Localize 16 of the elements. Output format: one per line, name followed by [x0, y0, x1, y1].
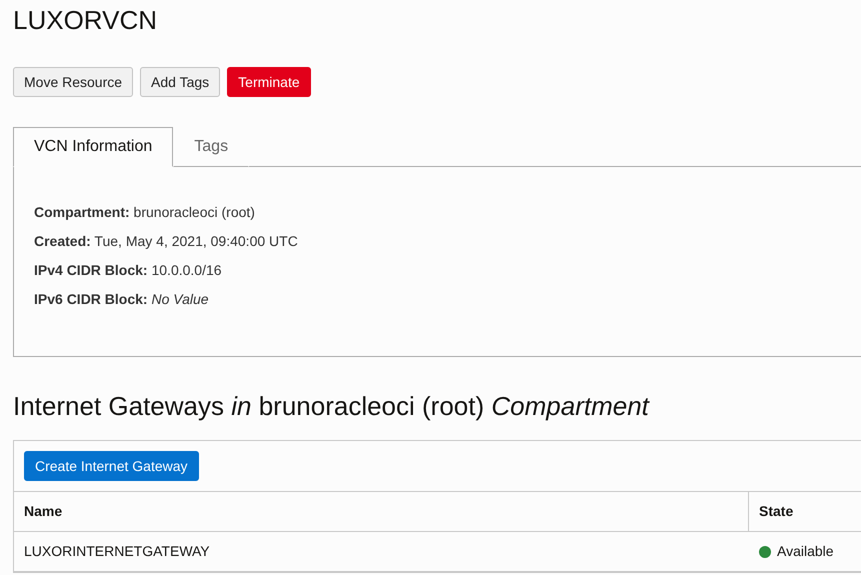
tab[interactable]: VCN Information [13, 127, 174, 167]
action-button[interactable]: Add Tags [140, 67, 220, 97]
detail-line: IPv4 CIDR Block: 10.0.0.0/16 [34, 261, 223, 279]
create-button[interactable]: Create Internet Gateway [24, 451, 199, 481]
status-text: Available [777, 543, 834, 560]
section-title: Internet Gateways in brunoracleoci (root) Compartment [13, 391, 649, 422]
tab[interactable]: Tags [173, 127, 250, 167]
column-header: Name [14, 492, 749, 531]
detail-line: IPv6 CIDR Block: No Value [34, 290, 210, 308]
action-button[interactable]: Move Resource [13, 67, 134, 97]
terminate-button[interactable]: Terminate [227, 67, 311, 97]
page-title: LUXORVCN [13, 4, 158, 35]
column-header: State [758, 502, 794, 521]
detail-line: Compartment: brunoracleoci (root) [34, 203, 256, 221]
detail-line: Created: Tue, May 4, 2021, 09:40:00 UTC [34, 232, 299, 250]
table-cell-text: LUXORINTERNETGATEWAY [23, 542, 211, 561]
